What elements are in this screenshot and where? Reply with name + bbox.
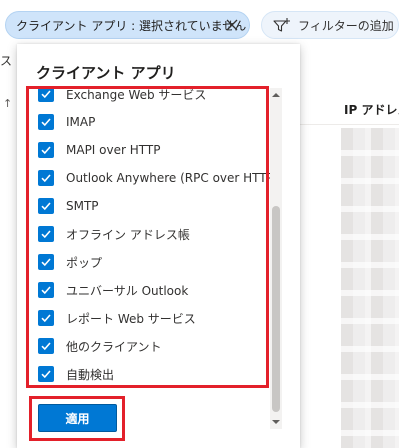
popup-title: クライアント アプリ [36,64,176,82]
highlight-box-apply [29,396,125,441]
sort-arrow-icon: ↑ [3,97,13,110]
scroll-down-icon[interactable] [270,415,282,429]
client-app-filter-chip[interactable]: クライアント アプリ : 選択されていません [5,11,250,39]
highlight-box-options [26,86,269,388]
ip-address-column-blurred [341,128,399,448]
add-filter-label: フィルターの追加 [298,18,394,33]
options-scrollbar[interactable] [270,88,282,429]
add-filter-button[interactable]: フィルターの追加 [261,11,399,39]
add-filter-icon [273,18,290,32]
scroll-up-icon[interactable] [270,88,282,102]
client-app-filter-label: クライアント アプリ : 選択されていません [16,18,247,33]
ip-address-column-header[interactable]: IP アドレス [344,101,399,118]
close-icon[interactable] [223,16,241,34]
table-header-divider [300,124,399,125]
scrollbar-thumb[interactable] [272,206,280,412]
